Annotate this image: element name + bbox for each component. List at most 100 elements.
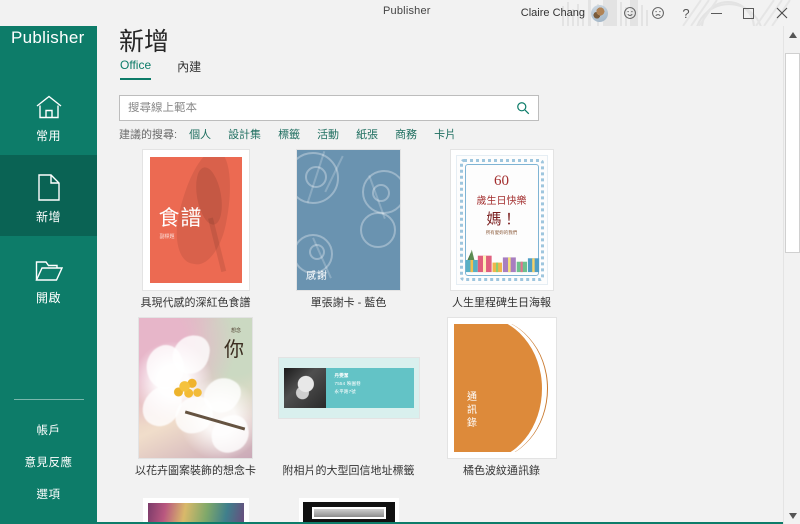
home-icon xyxy=(35,86,63,120)
template-thumbnail-recipe: 食譜 副標題 xyxy=(142,150,249,290)
sidebar-item-new-label: 新增 xyxy=(35,209,61,224)
suggested-search-paper[interactable]: 紙張 xyxy=(356,126,378,142)
orange-wave-outline xyxy=(454,324,548,453)
template-thumbnail-wrap: 通訊錄 xyxy=(425,318,578,459)
titlebar-controls: Claire Chang ? xyxy=(521,0,800,26)
template-thumbnail-photo-banner xyxy=(142,498,249,524)
search-area xyxy=(119,95,539,121)
thumbnail-line2: 媽！ xyxy=(486,212,517,228)
thumbnail-line3: 所有愛妳的我們 xyxy=(485,230,518,235)
sidebar-nav: 常用 新增 開啟 xyxy=(0,74,97,317)
swirl-ornament-icon xyxy=(360,212,396,248)
template-card[interactable]: 60 歲生日快樂 媽！ 所有愛妳的我們 人生里程碑生日海報 xyxy=(425,150,578,310)
template-card-empty xyxy=(425,498,578,524)
restore-window-icon[interactable] xyxy=(732,0,764,26)
template-card[interactable]: 丹雯潔 7554 映園巷 永平路7號 附相片的大型回信地址標籤 xyxy=(272,318,425,478)
suggested-search-events[interactable]: 活動 xyxy=(317,126,339,142)
template-card[interactable] xyxy=(272,498,425,524)
suggested-search-cards[interactable]: 卡片 xyxy=(434,126,456,142)
account-name[interactable]: Claire Chang xyxy=(521,7,591,19)
sidebar-item-home-label: 常用 xyxy=(35,128,61,143)
template-thumbnail-address-book: 通訊錄 xyxy=(447,318,556,459)
template-thumbnail-wrap: 想念 你 xyxy=(119,318,272,459)
smiley-face-icon[interactable] xyxy=(616,0,644,26)
scrollbar-track[interactable] xyxy=(784,43,800,507)
baby-photo xyxy=(283,368,326,409)
suggested-searches: 建議的搜尋: 個人 設計集 標籤 活動 紙張 商務 卡片 xyxy=(119,126,473,142)
suggested-search-labels[interactable]: 標籤 xyxy=(278,126,300,142)
template-thumbnail-framed-photo xyxy=(298,498,399,524)
suggested-search-business[interactable]: 商務 xyxy=(395,126,417,142)
sidebar-item-home[interactable]: 常用 xyxy=(0,74,97,155)
template-card[interactable]: 食譜 副標題 具現代感的深紅色食譜 xyxy=(119,150,272,310)
search-input[interactable] xyxy=(128,102,516,114)
title-bar: Publisher Claire Chang ? xyxy=(0,0,800,26)
app-title: Publisher xyxy=(383,5,431,17)
template-card[interactable]: 通訊錄 橘色波紋通訊錄 xyxy=(425,318,578,478)
label-name-line: 丹雯潔 xyxy=(334,373,349,379)
template-caption: 單張謝卡 - 藍色 xyxy=(310,297,387,309)
sidebar-bottom-nav: 帳戶 意見反應 選項 xyxy=(0,399,97,510)
scroll-up-arrow-icon[interactable] xyxy=(784,26,800,43)
template-source-tabs: Office 內建 xyxy=(120,58,201,80)
thumbnail-line1: 歲生日快樂 xyxy=(476,196,527,207)
new-document-icon xyxy=(37,167,60,201)
template-thumbnail-birthday: 60 歲生日快樂 媽！ 所有愛妳的我們 xyxy=(450,150,553,290)
template-caption: 以花卉圖案裝飾的想念卡 xyxy=(135,465,256,478)
template-thumbnail-thankyou: 感謝 xyxy=(297,150,400,290)
template-thumbnail-wrap: 食譜 副標題 xyxy=(119,150,272,290)
template-grid-next-row-peek xyxy=(119,498,759,524)
sidebar-item-options[interactable]: 選項 xyxy=(0,478,97,510)
open-folder-icon xyxy=(34,248,63,282)
user-avatar-icon[interactable] xyxy=(591,4,608,22)
frowning-face-icon[interactable] xyxy=(644,0,672,26)
close-x-icon[interactable] xyxy=(764,0,800,26)
suggested-search-personal[interactable]: 個人 xyxy=(189,126,211,142)
scroll-down-arrow-icon[interactable] xyxy=(784,507,800,524)
sidebar-item-feedback[interactable]: 意見反應 xyxy=(0,446,97,478)
backstage-sidebar: Publisher 常用 新增 開啟 帳戶 意見反應 選項 xyxy=(0,0,97,524)
search-icon[interactable] xyxy=(516,101,530,115)
flower-stamen xyxy=(170,374,205,405)
template-card[interactable] xyxy=(119,498,272,524)
thumbnail-big-text: 你 xyxy=(224,339,244,362)
page-title: 新增 xyxy=(119,28,170,56)
sidebar-item-account[interactable]: 帳戶 xyxy=(0,414,97,446)
template-card[interactable]: 感謝 單張謝卡 - 藍色 xyxy=(272,150,425,310)
template-card[interactable]: 想念 你 以花卉圖案裝飾的想念卡 xyxy=(119,318,272,478)
vertical-scrollbar[interactable] xyxy=(783,26,800,524)
template-thumbnail-wrap: 60 歲生日快樂 媽！ 所有愛妳的我們 xyxy=(425,150,578,290)
sidebar-divider xyxy=(13,399,84,400)
template-caption: 附相片的大型回信地址標籤 xyxy=(282,465,415,478)
suggested-search-design-sets[interactable]: 設計集 xyxy=(228,126,261,142)
label-address-block: 丹雯潔 7554 映園巷 永平路7號 xyxy=(335,372,361,396)
template-caption: 橘色波紋通訊錄 xyxy=(463,465,540,478)
new-template-pane: 新增 Office 內建 建議的搜尋: 個人 設計集 標籤 活動 紙張 商務 xyxy=(97,0,783,524)
sidebar-item-open[interactable]: 開啟 xyxy=(0,236,97,317)
template-thumbnail-wrap: 感謝 xyxy=(272,150,425,290)
suggested-searches-label: 建議的搜尋: xyxy=(119,129,178,141)
template-caption: 具現代感的深紅色食譜 xyxy=(140,297,251,309)
template-grid: 食譜 副標題 具現代感的深紅色食譜 感謝 單張謝卡 - 藍色 60 歲生日快樂 … xyxy=(119,150,759,478)
thumbnail-title: 感謝 xyxy=(306,271,328,282)
sidebar-item-open-label: 開啟 xyxy=(35,290,61,305)
thumbnail-title: 通訊錄 xyxy=(464,391,476,431)
template-thumbnail-flower: 想念 你 xyxy=(139,318,252,459)
search-box[interactable] xyxy=(119,95,539,121)
sidebar-item-new[interactable]: 新增 xyxy=(0,155,97,236)
thumbnail-title: 食譜 xyxy=(158,207,203,231)
gift-boxes-illustration xyxy=(464,246,540,274)
template-caption: 人生里程碑生日海報 xyxy=(452,297,551,309)
minimize-icon[interactable] xyxy=(700,0,732,26)
tab-office[interactable]: Office xyxy=(120,58,152,80)
template-thumbnail-wrap: 丹雯潔 7554 映園巷 永平路7號 xyxy=(272,318,425,458)
publisher-backstage-window: Publisher Claire Chang ? Publisher 常用 新增… xyxy=(0,0,800,524)
label-address-line-1: 7554 映園巷 xyxy=(334,381,361,387)
help-question-mark-icon[interactable]: ? xyxy=(672,0,700,26)
scrollbar-thumb[interactable] xyxy=(785,53,800,253)
thumbnail-subtitle: 副標題 xyxy=(159,233,175,240)
template-thumbnail-address-label: 丹雯潔 7554 映園巷 永平路7號 xyxy=(278,358,419,419)
thumbnail-age-number: 60 xyxy=(494,173,509,189)
label-address-line-2: 永平路7號 xyxy=(334,389,357,395)
tab-builtin[interactable]: 內建 xyxy=(177,58,201,80)
